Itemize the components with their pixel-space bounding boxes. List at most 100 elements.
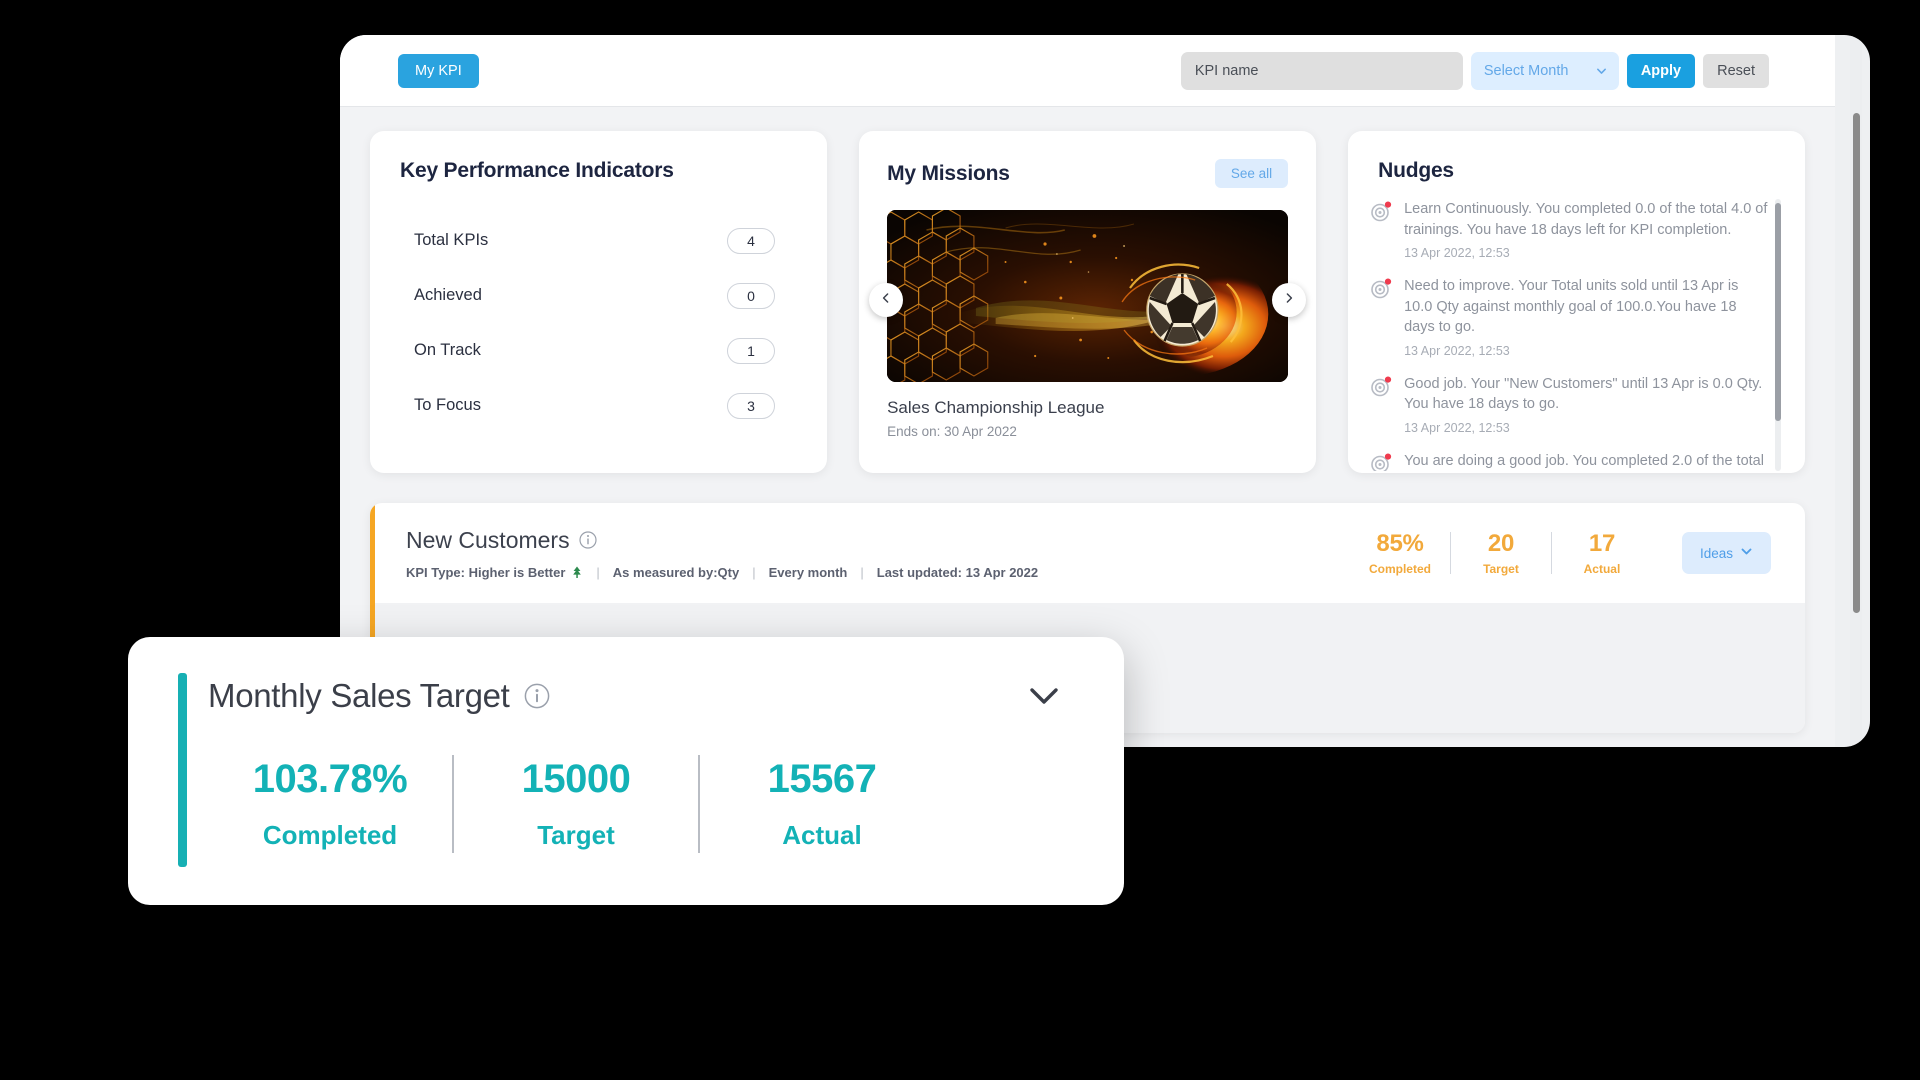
reset-button[interactable]: Reset: [1703, 53, 1769, 88]
info-icon[interactable]: [524, 683, 550, 709]
monthly-sales-target-card: Monthly Sales Target 103.78% Completed 1…: [128, 637, 1124, 905]
meta-separator: |: [752, 564, 756, 580]
higher-is-better-icon: [571, 566, 583, 579]
nudge-body: Learn Continuously. You completed 0.0 of…: [1404, 199, 1769, 260]
nudge-timestamp: 13 Apr 2022, 12:53: [1404, 343, 1510, 358]
float-stat-value: 15000: [521, 757, 631, 801]
carousel-next-button[interactable]: [1272, 283, 1307, 317]
my-missions-card: My Missions See all Sales Championship L…: [859, 131, 1317, 473]
carousel-prev-button[interactable]: [869, 283, 904, 317]
nudge-text: You are doing a good job. You completed …: [1404, 453, 1764, 470]
float-stat-value: 15567: [767, 757, 877, 801]
mission-end-date: Ends on: 30 Apr 2022: [887, 424, 1017, 439]
stat-completed: 85% Completed: [1350, 530, 1450, 576]
nudges-card: Nudges Learn Continuously. You completed…: [1348, 131, 1805, 473]
float-stat-target: 15000 Target: [454, 757, 698, 851]
stat-target: 20 Target: [1451, 530, 1551, 576]
apply-button[interactable]: Apply: [1626, 53, 1696, 88]
float-stat-value: 103.78%: [252, 757, 408, 801]
kpi-row-value: 0: [727, 282, 776, 309]
monthly-sales-target-stats: 103.78% Completed 15000 Target 15567 Act…: [208, 755, 944, 853]
card-accent-bar: [178, 673, 187, 867]
nudge-timestamp: 13 Apr 2022, 12:53: [1404, 421, 1510, 436]
select-month-dropdown[interactable]: Select Month: [1470, 51, 1619, 90]
float-stat-label: Completed: [262, 820, 398, 850]
meta-separator: |: [596, 564, 600, 580]
kpi-row-on-track[interactable]: On Track 1: [400, 323, 797, 378]
float-stat-label: Actual: [782, 820, 862, 850]
monthly-sales-target-title-row: Monthly Sales Target: [208, 677, 550, 715]
nudge-body: Need to improve. Your Total units sold u…: [1404, 276, 1769, 358]
kpi-last-updated-label: Last updated: 13 Apr 2022: [876, 564, 1039, 580]
select-month-label: Select Month: [1483, 62, 1569, 79]
missions-card-title: My Missions: [887, 161, 1010, 185]
kpi-frequency-label: Every month: [768, 564, 848, 580]
float-stat-label: Target: [537, 820, 615, 850]
top-toolbar: My KPI Select Month Apply Reset: [340, 35, 1835, 107]
kpi-row-value: 1: [727, 337, 776, 364]
kpi-list: Total KPIs 4 Achieved 0 On Track 1 To Fo…: [400, 213, 797, 433]
window-scrollbar-thumb[interactable]: [1853, 113, 1860, 613]
kpi-row-value: 4: [727, 227, 776, 254]
kpi-detail-title-row: New Customers: [406, 527, 1350, 554]
kpi-card-title: Key Performance Indicators: [400, 159, 674, 182]
float-stat-completed: 103.78% Completed: [208, 757, 452, 851]
nudge-timestamp: 13 Apr 2022, 12:53: [1404, 246, 1510, 261]
nudge-item[interactable]: Need to improve. Your Total units sold u…: [1370, 276, 1769, 358]
kpi-detail-header: New Customers KPI Type: Higher is Better: [370, 503, 1805, 603]
chevron-right-icon: [1283, 291, 1295, 309]
target-icon: [1370, 453, 1392, 471]
kpi-measured-label: As measured by:Qty: [612, 564, 740, 580]
see-all-button[interactable]: See all: [1214, 159, 1289, 188]
summary-cards-row: Key Performance Indicators Total KPIs 4 …: [340, 131, 1835, 473]
nudges-scrollbar-thumb[interactable]: [1775, 203, 1781, 421]
nudge-body: Good job. Your "New Customers" until 13 …: [1404, 374, 1769, 435]
stat-value: 85%: [1376, 530, 1424, 557]
nudges-card-title: Nudges: [1378, 159, 1454, 182]
kpi-row-label: Total KPIs: [414, 231, 489, 249]
kpi-detail-info: New Customers KPI Type: Higher is Better: [406, 527, 1350, 580]
kpi-row-achieved[interactable]: Achieved 0: [400, 268, 797, 323]
kpi-detail-title: New Customers: [406, 526, 570, 553]
mission-title: Sales Championship League: [887, 398, 1105, 417]
kpi-type-label: KPI Type: Higher is Better: [406, 564, 566, 580]
stat-label: Actual: [1583, 562, 1621, 576]
stat-value: 17: [1588, 530, 1616, 557]
kpi-row-label: Achieved: [414, 286, 482, 304]
kpi-row-label: To Focus: [414, 396, 481, 414]
nudge-item[interactable]: Good job. Your "New Customers" until 13 …: [1370, 374, 1769, 435]
nudge-text: Good job. Your "New Customers" until 13 …: [1404, 375, 1763, 413]
ideas-button-label: Ideas: [1699, 545, 1733, 561]
stat-value: 20: [1487, 530, 1515, 557]
nudge-text: Learn Continuously. You completed 0.0 of…: [1404, 201, 1768, 238]
nudge-text: Need to improve. Your Total units sold u…: [1404, 278, 1739, 336]
my-kpi-button[interactable]: My KPI: [398, 53, 479, 88]
mission-banner-image: [887, 210, 1289, 382]
monthly-sales-target-title: Monthly Sales Target: [208, 677, 510, 714]
kpi-detail-meta: KPI Type: Higher is Better | As measured…: [406, 565, 1350, 580]
monthly-sales-target-header: Monthly Sales Target: [208, 677, 1064, 715]
kpi-name-input[interactable]: [1180, 51, 1463, 90]
nudge-item[interactable]: Learn Continuously. You completed 0.0 of…: [1370, 199, 1769, 260]
nudge-body: You are doing a good job. You completed …: [1404, 451, 1769, 471]
kpi-detail-stats: 85% Completed 20 Target 17 Actual Ideas: [1350, 530, 1805, 576]
nudges-list[interactable]: Learn Continuously. You completed 0.0 of…: [1370, 199, 1783, 471]
kpi-row-value: 3: [727, 392, 776, 419]
kpi-row-to-focus[interactable]: To Focus 3: [400, 378, 797, 433]
key-performance-indicators-card: Key Performance Indicators Total KPIs 4 …: [370, 131, 828, 473]
kpi-row-label: On Track: [414, 341, 481, 359]
target-icon: [1370, 278, 1392, 300]
chevron-left-icon: [880, 291, 892, 309]
target-icon: [1370, 201, 1392, 223]
stat-label: Target: [1483, 562, 1519, 576]
missions-header: My Missions See all: [887, 159, 1289, 188]
collapse-chevron-icon[interactable]: [1024, 683, 1064, 709]
float-stat-actual: 15567 Actual: [700, 757, 944, 851]
chevron-down-icon: [1740, 545, 1753, 561]
target-icon: [1370, 376, 1392, 398]
kpi-row-total[interactable]: Total KPIs 4: [400, 213, 797, 268]
nudge-item[interactable]: You are doing a good job. You completed …: [1370, 451, 1769, 471]
ideas-button[interactable]: Ideas: [1681, 532, 1771, 574]
stat-actual: 17 Actual: [1552, 530, 1652, 576]
info-icon[interactable]: [579, 531, 597, 549]
